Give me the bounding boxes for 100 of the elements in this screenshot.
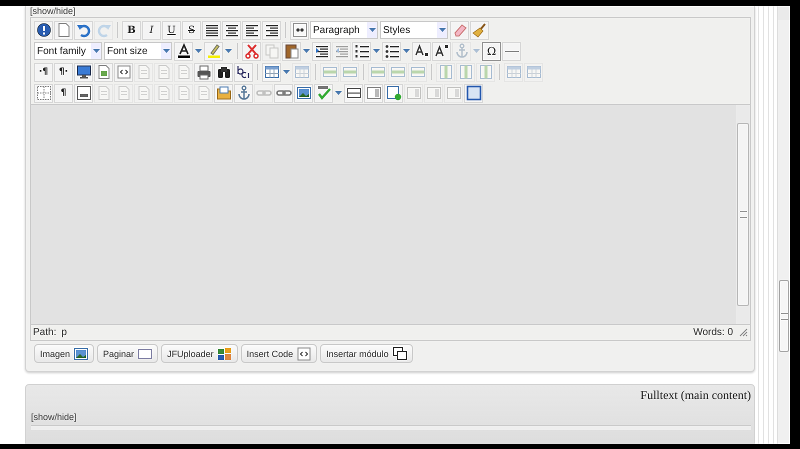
resize-handle-icon[interactable] (739, 328, 748, 337)
toolbar-button[interactable] (352, 42, 371, 60)
table-icon (526, 64, 542, 80)
table-icon (264, 64, 280, 80)
image-icon (73, 346, 90, 362)
superscript-icon (434, 43, 450, 59)
align-right-icon (264, 22, 280, 38)
document-icon (156, 64, 172, 80)
colored-squares-icon (216, 346, 233, 362)
toolbar-button[interactable] (114, 62, 133, 82)
toolbar-button[interactable] (294, 84, 313, 102)
image-icon (296, 85, 312, 101)
undo-icon (76, 22, 92, 38)
show-hide-link[interactable]: [show/hide] (31, 412, 77, 422)
caret-icon (162, 49, 170, 53)
document-icon (56, 22, 72, 38)
document-icon (196, 85, 212, 101)
toolbar-button[interactable] (382, 42, 401, 60)
table-column-icon (478, 64, 494, 80)
table-row-icon (370, 64, 386, 80)
align-left-icon (244, 22, 260, 38)
box-icon (406, 85, 422, 101)
spellcheck-icon (316, 85, 332, 101)
align-justify-icon (204, 22, 220, 38)
toolbar-button[interactable] (222, 20, 241, 40)
toolbar-button[interactable]: ¶ (54, 84, 73, 102)
table-icon (294, 64, 310, 80)
toolbar-button[interactable] (214, 62, 233, 82)
page-scrollbar[interactable] (777, 6, 790, 444)
toolbar-button[interactable] (344, 84, 363, 102)
toolbar-button[interactable] (282, 42, 301, 60)
toolbar-button[interactable] (234, 62, 253, 82)
dropdown[interactable]: Font size (104, 42, 172, 60)
editor-button[interactable]: Paginar (97, 344, 158, 363)
document-icon (136, 64, 152, 80)
printer-icon (196, 64, 212, 80)
horizontal-rule-icon (504, 50, 518, 52)
caret-icon (368, 28, 376, 32)
box-icon (446, 85, 462, 101)
toolbar-button[interactable]: ¶· (54, 62, 73, 82)
bullet-list-icon (384, 43, 400, 59)
underline-button[interactable]: U (162, 20, 181, 40)
grid-icon (36, 85, 52, 101)
path-label: Path: (33, 327, 56, 338)
toolbar-button[interactable] (290, 20, 309, 40)
frame-icon (466, 85, 482, 101)
subscript-icon (414, 43, 430, 59)
toolbar-button[interactable] (242, 20, 261, 40)
dropdown[interactable]: Paragraph (310, 21, 378, 39)
toolbar-button[interactable] (194, 62, 213, 82)
document-icon (136, 85, 152, 101)
editor-button[interactable]: Insert Code (240, 344, 318, 363)
text-color-icon (176, 43, 192, 59)
editor-button[interactable]: Imagen (34, 344, 94, 363)
table-icon (506, 64, 522, 80)
highlighter-icon (206, 43, 222, 59)
binoculars-icon (216, 64, 232, 80)
path-value: p (61, 327, 67, 338)
toolbar-button[interactable]: ·¶ (34, 62, 53, 82)
align-center-icon (224, 22, 240, 38)
code-icon (296, 346, 312, 362)
toolbar-button[interactable] (74, 62, 93, 82)
document-icon (156, 85, 172, 101)
table-row-icon (342, 64, 358, 80)
toolbar-button[interactable] (312, 42, 331, 60)
preview-icon (96, 64, 112, 80)
toolbar-button[interactable] (34, 20, 53, 40)
table-column-icon (458, 64, 474, 80)
toolbar-button[interactable] (412, 42, 431, 60)
clipboard-icon (284, 43, 300, 59)
indent-icon (314, 43, 330, 59)
monitor-icon (76, 64, 92, 80)
word-count: Words: 0 (693, 327, 734, 338)
box-icon (426, 85, 442, 101)
table-row-icon (322, 64, 338, 80)
editor-button[interactable]: JFUploader (161, 344, 238, 363)
scissors-icon (244, 43, 260, 59)
toolbar-button[interactable] (432, 42, 451, 60)
italic-button[interactable]: I (142, 20, 161, 40)
eraser-icon (452, 22, 468, 38)
strikethrough-button[interactable]: S (182, 20, 201, 40)
bold-button[interactable]: B (122, 20, 141, 40)
dropdown[interactable]: Styles (380, 21, 448, 39)
document-icon (176, 85, 192, 101)
document-add-icon (386, 85, 402, 101)
table-row-icon (390, 64, 406, 80)
windows-icon (392, 346, 408, 362)
toolbar-button[interactable] (202, 20, 221, 40)
dropdown[interactable]: Font family (34, 42, 102, 60)
editor-button[interactable]: Insertar módulo (320, 344, 413, 363)
toolbar-button[interactable] (174, 42, 193, 60)
anchor-icon (236, 85, 252, 101)
show-hide-link[interactable]: [show/hide] (30, 6, 76, 16)
caret-icon (92, 49, 100, 53)
outdent-icon (334, 43, 350, 59)
document-icon (116, 85, 132, 101)
toolbar-button[interactable] (262, 20, 281, 40)
code-icon (116, 64, 132, 80)
special-character-button[interactable]: Ω (482, 42, 501, 60)
caret-icon (438, 28, 446, 32)
